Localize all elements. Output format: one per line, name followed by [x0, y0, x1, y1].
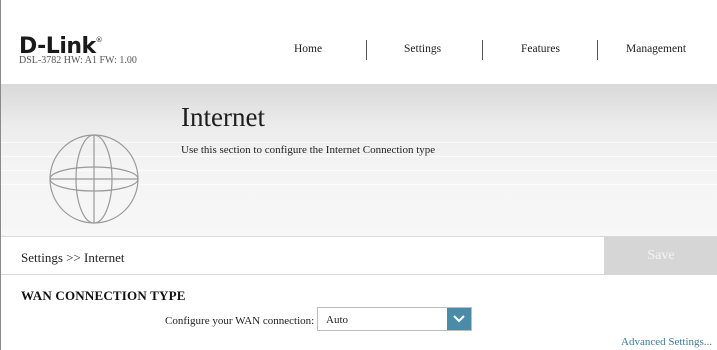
- logo-mark: ®: [95, 36, 103, 44]
- wan-connection-select[interactable]: Auto: [317, 307, 472, 331]
- wan-connection-label: Configure your WAN connection:: [165, 315, 315, 327]
- select-value: Auto: [326, 314, 348, 326]
- nav-divider: [597, 40, 598, 60]
- page-title: Internet: [181, 102, 265, 132]
- nav-management[interactable]: Management: [626, 43, 686, 55]
- nav-features[interactable]: Features: [521, 43, 560, 55]
- model-info: DSL-3782 HW: A1 FW: 1.00: [19, 55, 137, 66]
- chevron-down-icon[interactable]: [447, 308, 471, 330]
- header: D-Link® DSL-3782 HW: A1 FW: 1.00 Home Se…: [1, 0, 717, 84]
- hero-banner: Internet Use this section to configure t…: [1, 84, 717, 236]
- page-frame: D-Link® DSL-3782 HW: A1 FW: 1.00 Home Se…: [0, 0, 717, 350]
- breadcrumb: Settings >> Internet: [21, 250, 125, 265]
- breadcrumb-bar: Settings >> Internet Save: [1, 236, 717, 275]
- page-description: Use this section to configure the Intern…: [181, 144, 436, 156]
- save-button[interactable]: Save: [604, 237, 717, 275]
- advanced-settings-link[interactable]: Advanced Settings...: [621, 336, 712, 348]
- globe-icon: [49, 134, 139, 224]
- nav-divider: [366, 40, 367, 60]
- nav-divider: [482, 40, 483, 60]
- nav-home[interactable]: Home: [294, 43, 322, 55]
- nav-settings[interactable]: Settings: [404, 43, 441, 55]
- section-title: WAN CONNECTION TYPE: [21, 288, 186, 303]
